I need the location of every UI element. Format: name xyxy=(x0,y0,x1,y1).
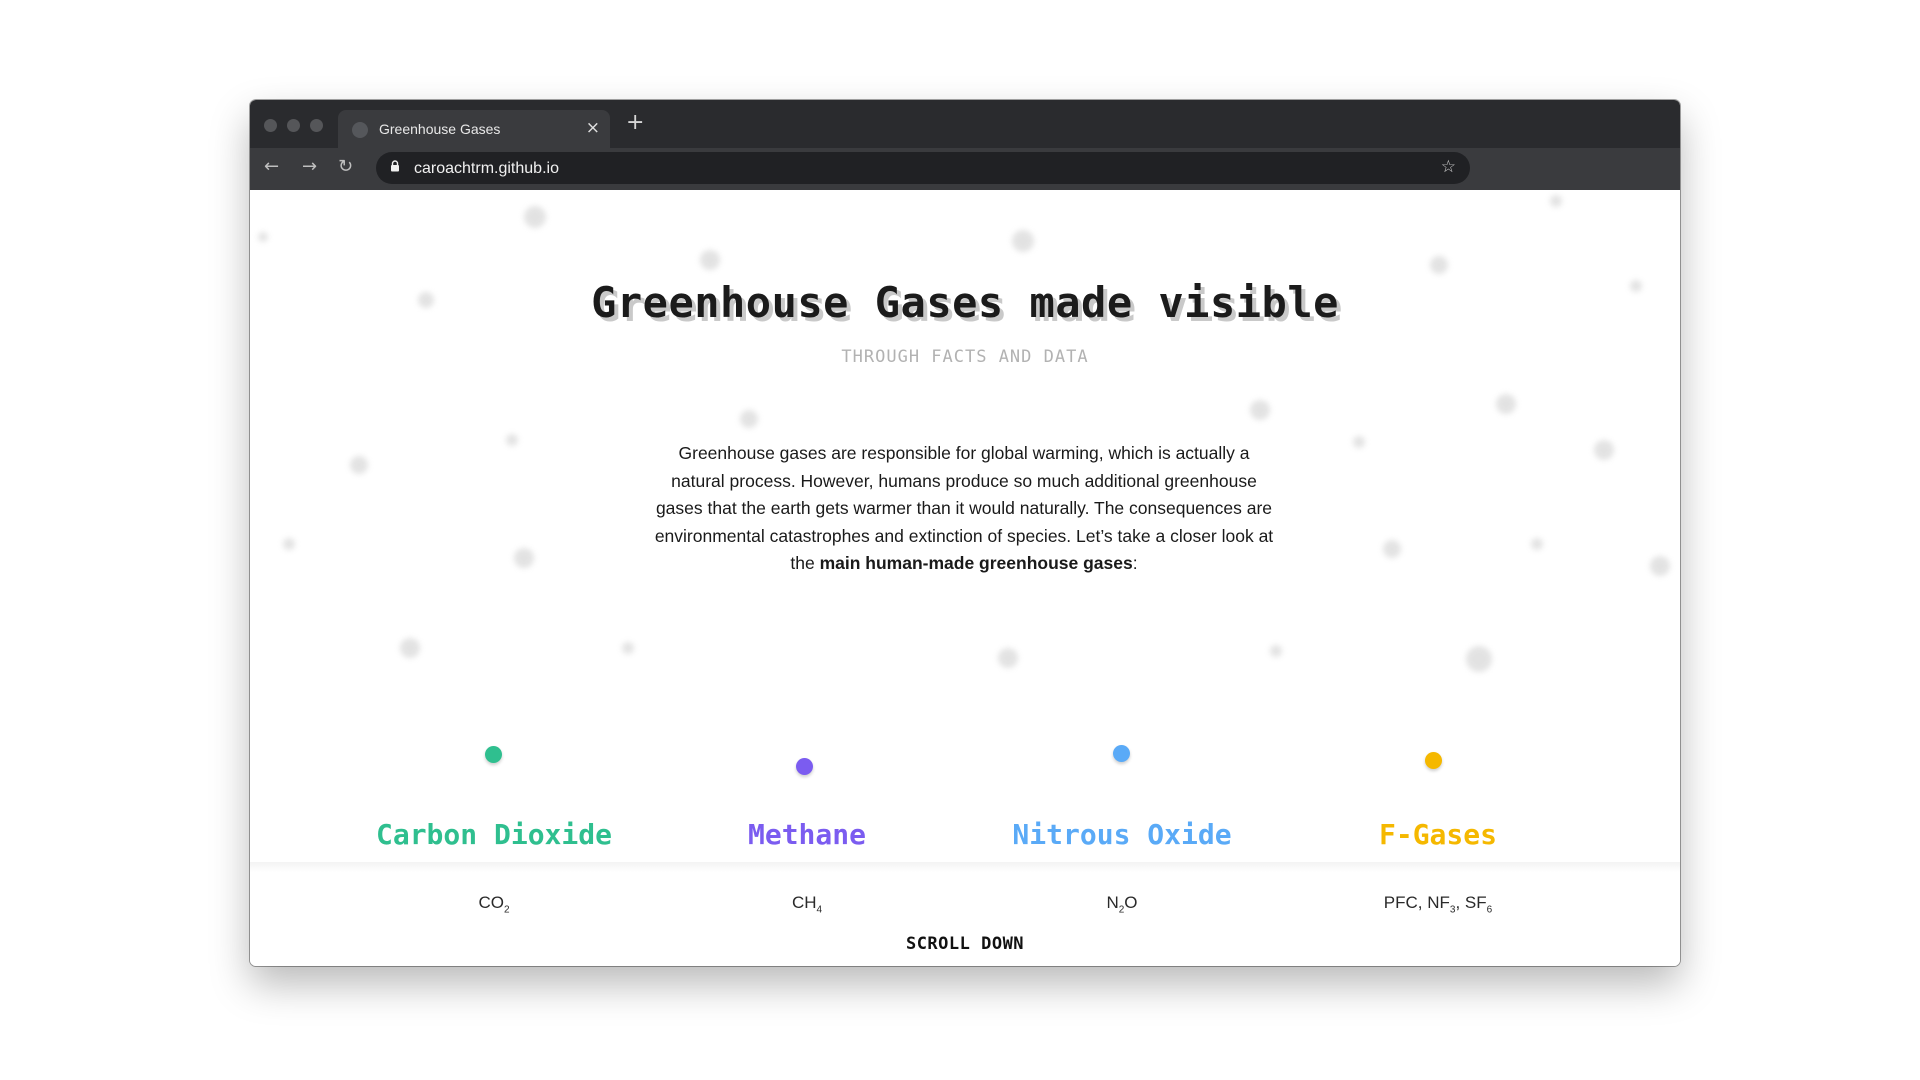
scroll-down-button[interactable]: SCROLL DOWN xyxy=(250,934,1680,954)
particle xyxy=(524,206,546,228)
particle xyxy=(514,548,534,568)
particle xyxy=(622,642,634,654)
particle xyxy=(1430,256,1448,274)
gas-bubble xyxy=(796,758,813,775)
gas-name: Carbon Dioxide xyxy=(375,818,612,851)
tab-title: Greenhouse Gases xyxy=(379,121,501,137)
address-bar[interactable]: caroachtrm.github.io ☆ xyxy=(376,152,1470,184)
back-icon[interactable]: ← xyxy=(264,156,279,177)
particle xyxy=(1012,230,1034,252)
zoom-window-icon[interactable] xyxy=(310,119,323,132)
close-icon[interactable]: × xyxy=(586,118,600,138)
particle xyxy=(998,648,1018,668)
forward-icon[interactable]: → xyxy=(302,156,317,177)
browser-toolbar: ← → ↻ caroachtrm.github.io ☆ xyxy=(250,148,1680,190)
particle xyxy=(1594,440,1614,460)
section-divider xyxy=(250,862,1680,872)
gas-name: Methane xyxy=(747,818,866,851)
particle xyxy=(1550,195,1562,207)
particle xyxy=(1353,436,1365,448)
particle xyxy=(1383,540,1401,558)
gas-bubble xyxy=(485,746,502,763)
particle xyxy=(258,232,268,242)
intro-suffix: : xyxy=(1132,553,1138,573)
particle xyxy=(1650,556,1670,576)
particle xyxy=(1496,394,1516,414)
gas-bubble xyxy=(1425,752,1442,769)
particle xyxy=(350,456,368,474)
page-title: Greenhouse Gases made visible xyxy=(591,278,1339,327)
globe-icon xyxy=(352,122,368,138)
new-tab-icon[interactable]: + xyxy=(626,110,644,135)
particle xyxy=(700,250,720,270)
intro-paragraph: Greenhouse gases are responsible for glo… xyxy=(654,440,1274,578)
particle xyxy=(1531,538,1543,550)
particle xyxy=(1270,645,1282,657)
close-window-icon[interactable] xyxy=(264,119,277,132)
particle xyxy=(740,410,758,428)
gas-formula: CH4 xyxy=(791,893,823,916)
intro-emphasis: main human-made greenhouse gases xyxy=(819,553,1133,573)
url-text: caroachtrm.github.io xyxy=(414,160,559,177)
particle xyxy=(1466,646,1492,672)
minimize-window-icon[interactable] xyxy=(287,119,300,132)
gas-formula: N2O xyxy=(1106,893,1138,916)
particle xyxy=(506,434,518,446)
gas-formula: CO2 xyxy=(478,893,510,916)
gas-name: Nitrous Oxide xyxy=(1012,818,1232,851)
page-subtitle: THROUGH FACTS AND DATA xyxy=(841,347,1089,367)
page-content: Greenhouse Gases made visible THROUGH FA… xyxy=(250,190,1680,966)
particle xyxy=(283,538,295,550)
bookmark-star-icon[interactable]: ☆ xyxy=(1441,157,1456,177)
gas-name: F-Gases xyxy=(1378,818,1497,851)
particle xyxy=(1250,400,1270,420)
gas-formula: PFC, NF3, SF6 xyxy=(1383,893,1493,916)
browser-tab[interactable]: Greenhouse Gases × xyxy=(338,110,610,148)
gas-bubble xyxy=(1113,745,1130,762)
tab-strip: Greenhouse Gases × + xyxy=(250,100,1680,148)
reload-icon[interactable]: ↻ xyxy=(338,156,353,177)
lock-icon xyxy=(391,160,399,172)
particle xyxy=(400,638,420,658)
browser-window: Greenhouse Gases × + ← → ↻ caroachtrm.gi… xyxy=(250,100,1680,966)
